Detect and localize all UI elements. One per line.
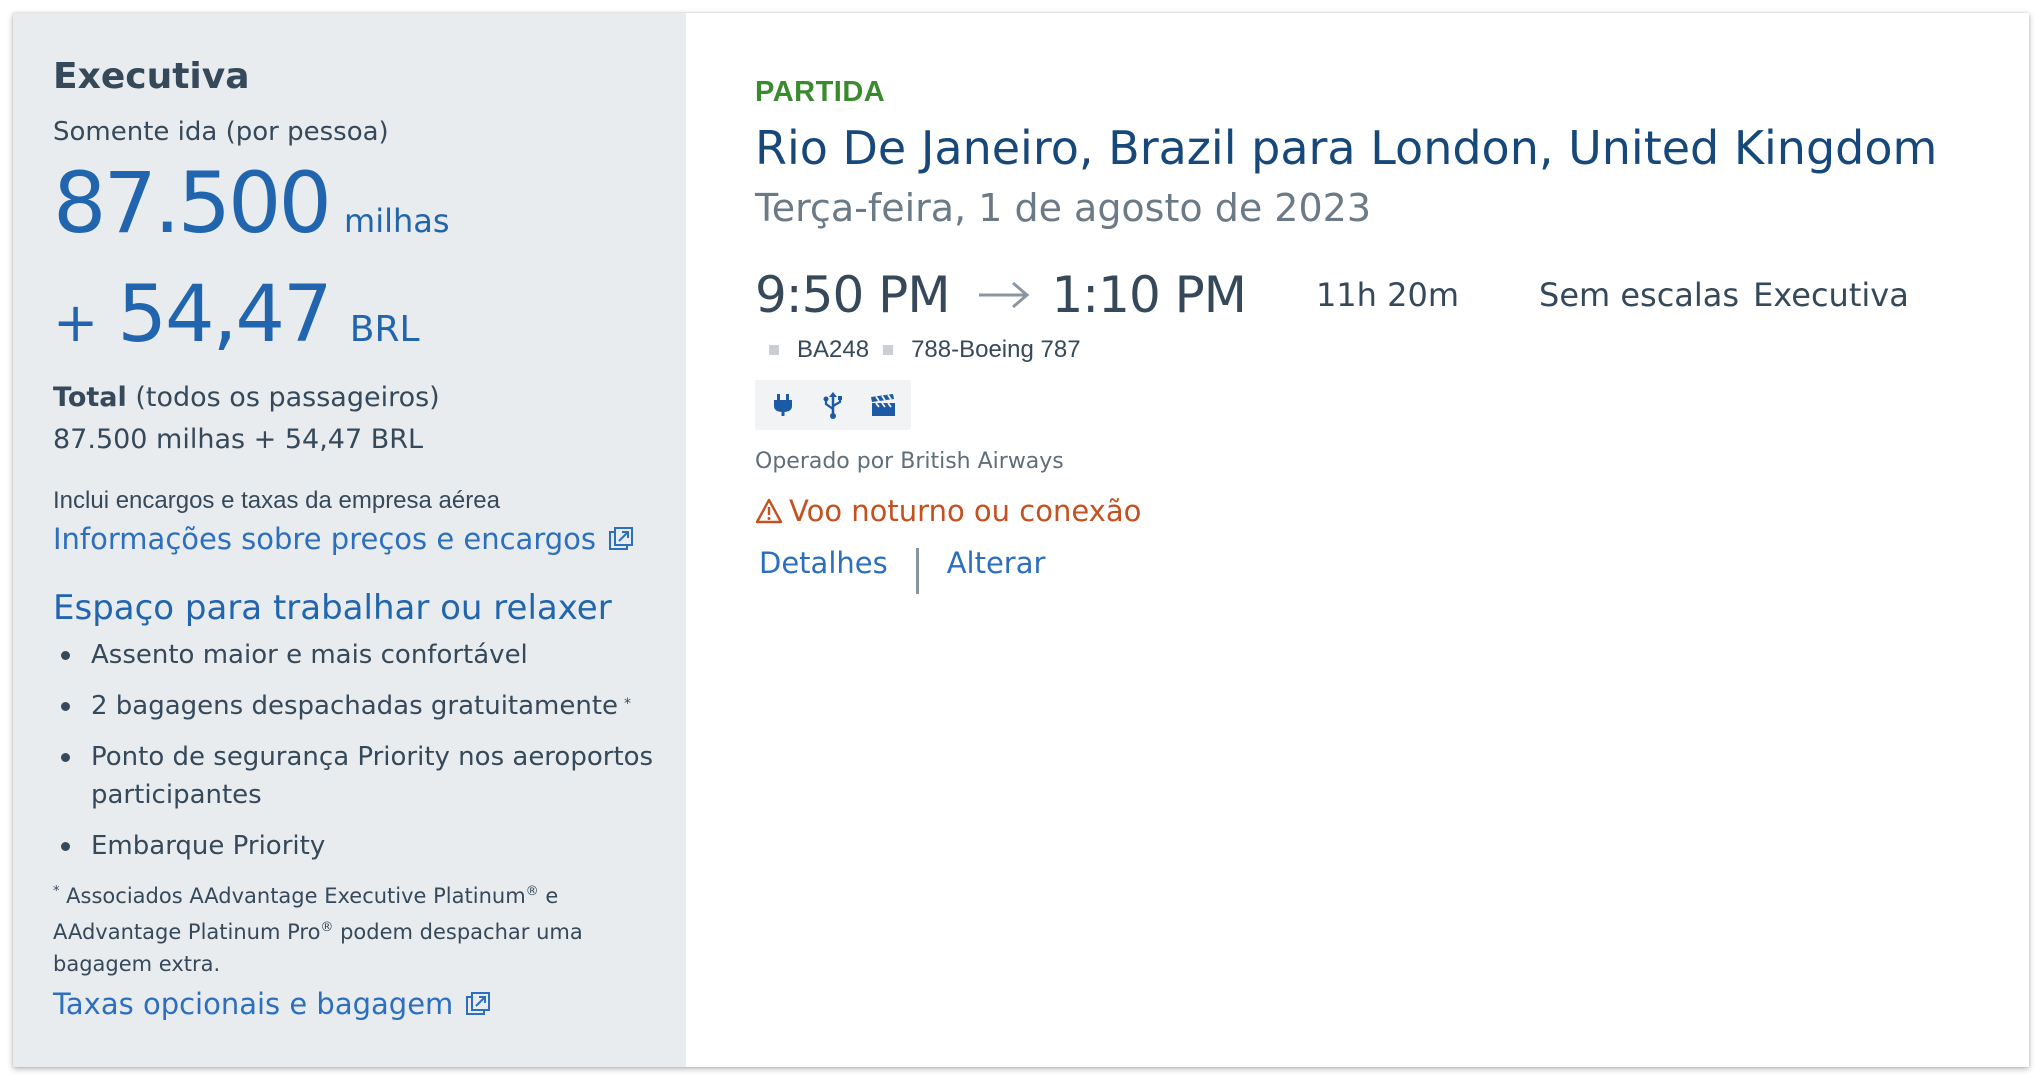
aircraft: 788-Boeing 787 xyxy=(911,336,1081,363)
benefits-title: Espaço para trabalhar ou relaxer xyxy=(53,588,612,628)
bullet xyxy=(61,842,70,851)
benefits-list: Assento maior e mais confortável 2 bagag… xyxy=(53,636,656,865)
price-info-link-label: Informações sobre preços e encargos xyxy=(53,522,596,556)
cash-amount: 54,47 xyxy=(117,270,332,360)
registered-mark: ® xyxy=(320,920,334,935)
bullet xyxy=(883,345,894,355)
benefit-text: Embarque Priority xyxy=(91,831,326,861)
total-label-bold: Total xyxy=(53,382,127,413)
change-link[interactable]: Alterar xyxy=(947,543,1046,583)
cabin-title: Executiva xyxy=(53,56,250,97)
flight-times: 9:50 PM 1:10 PM 11h 20m Sem escalas Exec… xyxy=(755,260,2029,330)
warning-text: Voo noturno ou conexão xyxy=(789,494,1142,528)
plus-sign: + xyxy=(53,291,99,354)
external-link-icon xyxy=(609,527,633,550)
direction-label: PARTIDA xyxy=(755,76,886,108)
entertainment-icon xyxy=(861,384,905,426)
benefit-text: 2 bagagens despachadas gratuitamente xyxy=(91,691,619,721)
usb-icon xyxy=(811,384,855,426)
benefit-text: Ponto de segurança Priority nos aeroport… xyxy=(91,742,654,810)
footnote: * Associados AAdvantage Executive Platin… xyxy=(53,876,613,980)
price-info-link[interactable]: Informações sobre preços e encargos xyxy=(53,520,634,558)
list-item: 2 bagagens despachadas gratuitamente * xyxy=(53,687,656,725)
cash-price: + 54,47 BRL xyxy=(53,275,656,376)
footnote-text: Associados AAdvantage Executive Platinum xyxy=(59,884,526,908)
flight-number: BA248 xyxy=(797,336,870,363)
flight-info: BA248 788-Boeing 787 xyxy=(755,336,2029,364)
registered-mark: ® xyxy=(525,884,539,899)
arrow-right-icon xyxy=(979,281,1030,309)
trip-type: Somente ida (por pessoa) xyxy=(53,117,389,147)
cabin-tag: Executiva xyxy=(1753,276,1909,314)
includes-text: Inclui encargos e taxas da empresa aérea xyxy=(53,487,500,514)
operator: Operado por British Airways xyxy=(755,449,1064,474)
total-label: Total (todos os passageiros) xyxy=(53,380,656,416)
amenities xyxy=(755,380,911,430)
benefit-footnote-mark: * xyxy=(624,696,632,712)
route-title: Rio De Janeiro, Brazil para London, Unit… xyxy=(755,121,1938,175)
bullet xyxy=(769,345,779,355)
bullet xyxy=(61,651,70,660)
miles-amount: 87.500 xyxy=(53,154,332,252)
optional-fees-link[interactable]: Taxas opcionais e bagagem xyxy=(53,987,491,1021)
details-link[interactable]: Detalhes xyxy=(759,543,888,583)
list-item: Ponto de segurança Priority nos aeroport… xyxy=(53,738,656,814)
flight-actions: Detalhes Alterar xyxy=(755,540,2029,594)
bullet xyxy=(61,702,70,711)
flight-date: Terça-feira, 1 de agosto de 2023 xyxy=(755,186,1371,230)
flight-duration: 11h 20m xyxy=(1315,276,1459,314)
depart-time: 9:50 PM xyxy=(755,266,950,324)
fare-summary-panel: Executiva Somente ida (por pessoa) 87.50… xyxy=(13,13,686,1067)
total-value: 87.500 milhas + 54,47 BRL xyxy=(53,424,424,455)
stops: Sem escalas xyxy=(1539,276,1740,314)
bullet xyxy=(61,753,70,762)
cash-unit: BRL xyxy=(349,309,420,350)
arrive-time: 1:10 PM xyxy=(1051,266,1246,324)
flight-details-panel: PARTIDA Rio De Janeiro, Brazil para Lond… xyxy=(686,13,2029,1067)
miles-price: 87.500 milhas xyxy=(53,155,656,275)
optional-fees-link-label: Taxas opcionais e bagagem xyxy=(53,987,454,1021)
list-item: Assento maior e mais confortável xyxy=(53,636,656,674)
warning-icon xyxy=(755,498,783,524)
list-item: Embarque Priority xyxy=(53,827,656,865)
fare-card: Executiva Somente ida (por pessoa) 87.50… xyxy=(13,13,2029,1067)
miles-unit: milhas xyxy=(344,202,450,240)
benefit-text: Assento maior e mais confortável xyxy=(91,640,528,670)
external-link-icon xyxy=(466,992,491,1015)
power-outlet-icon xyxy=(761,384,805,426)
divider xyxy=(915,548,919,594)
overnight-warning: Voo noturno ou conexão xyxy=(755,492,2029,530)
total-label-rest: (todos os passageiros) xyxy=(126,382,440,413)
